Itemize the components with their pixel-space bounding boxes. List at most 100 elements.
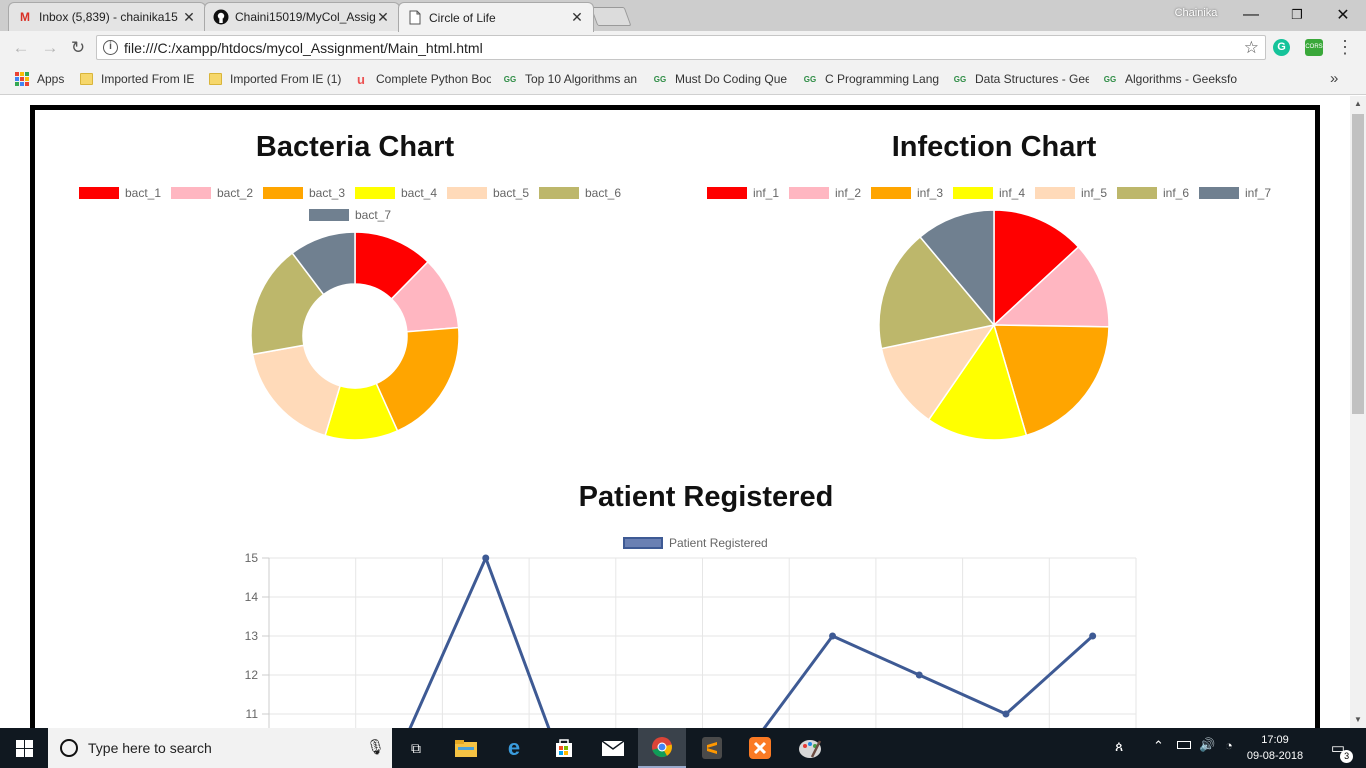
bookmarks-bar: Apps Imported From IE Imported From IE (…	[0, 64, 1366, 95]
patient-data-point[interactable]	[482, 554, 490, 562]
tab-circle-of-life[interactable]: Circle of Life ✕	[398, 2, 594, 32]
show-hidden-icons-chevron[interactable]: ⌃	[1153, 738, 1164, 754]
sublime-text-icon[interactable]	[688, 728, 736, 768]
browser-tab-strip: M Inbox (5,839) - chainika15 ✕ Chaini150…	[0, 0, 1366, 32]
cortana-icon	[60, 739, 78, 757]
new-tab-button[interactable]	[590, 7, 632, 26]
minimize-icon[interactable]: —	[1228, 0, 1274, 30]
geeksforgeeks-icon: GG	[953, 74, 967, 84]
more-bookmarks-icon[interactable]: »	[1330, 70, 1338, 87]
close-tab-icon[interactable]: ✕	[569, 9, 585, 26]
more-menu-icon[interactable]: ⋮	[1336, 36, 1354, 60]
forward-arrow-icon[interactable]: →	[38, 36, 62, 60]
task-view-icon[interactable]: ⧉	[392, 728, 440, 768]
paint-icon[interactable]	[786, 728, 834, 768]
y-tick-label: 12	[245, 668, 259, 682]
tab-gmail[interactable]: M Inbox (5,839) - chainika15 ✕	[8, 2, 206, 31]
bookmark-label: Complete Python Boo	[376, 72, 491, 86]
people-icon[interactable]: ጰ	[1115, 738, 1123, 755]
profile-name[interactable]: Chainika	[1160, 7, 1232, 23]
back-arrow-icon[interactable]: ←	[9, 36, 33, 60]
file-explorer-icon[interactable]	[442, 728, 490, 768]
bookmark-label: Algorithms - Geeksfo	[1125, 72, 1238, 86]
bacteria-doughnut-chart	[250, 231, 460, 441]
scrollbar-thumb[interactable]	[1352, 114, 1364, 414]
reload-icon[interactable]: ↻	[66, 36, 90, 60]
patient-data-point[interactable]	[829, 632, 837, 640]
y-tick-label: 14	[245, 590, 259, 604]
close-tab-icon[interactable]: ✕	[375, 9, 391, 26]
bookmark-c-programming[interactable]: GG C Programming Lang	[802, 70, 939, 88]
windows-start-icon[interactable]	[0, 728, 48, 768]
bookmark-algorithms[interactable]: GG Algorithms - Geeksfo	[1102, 70, 1240, 88]
geeksforgeeks-icon: GG	[1103, 74, 1117, 84]
battery-icon[interactable]	[1177, 741, 1191, 749]
url-text[interactable]: file:///C:/xampp/htdocs/mycol_Assignment…	[124, 40, 483, 56]
patient-series-line	[408, 556, 1094, 728]
patient-data-point[interactable]	[915, 671, 923, 679]
edge-icon[interactable]: e	[490, 728, 538, 768]
chrome-icon[interactable]	[638, 728, 686, 768]
browser-toolbar: ← → ↻ i file:///C:/xampp/htdocs/mycol_As…	[0, 31, 1366, 64]
udemy-icon: u	[357, 71, 365, 87]
clock-time: 17:09	[1261, 734, 1289, 746]
page-icon	[407, 10, 423, 26]
github-icon	[213, 9, 229, 25]
info-icon[interactable]: i	[103, 40, 118, 55]
cors-extension-icon[interactable]: CORS	[1305, 39, 1323, 56]
y-tick-label: 15	[245, 551, 259, 565]
bookmark-label: C Programming Lang	[825, 72, 939, 86]
restore-icon[interactable]: ❐	[1274, 0, 1320, 30]
charts-canvas: 15 14 13 12 11	[245, 209, 1137, 728]
bookmark-top-10-algorithms[interactable]: GG Top 10 Algorithms an	[502, 70, 638, 88]
bookmark-data-structures[interactable]: GG Data Structures - Gee	[952, 70, 1089, 88]
bookmark-complete-python[interactable]: u Complete Python Boo	[353, 70, 491, 88]
bookmark-apps[interactable]: Apps	[14, 70, 64, 88]
notification-icon: ▭ 3	[1331, 739, 1354, 763]
geeksforgeeks-icon: GG	[503, 74, 517, 84]
tab-github[interactable]: Chaini15019/MyCol_Assig ✕	[204, 2, 400, 31]
folder-icon	[78, 71, 94, 87]
notification-count: 3	[1340, 750, 1354, 763]
bookmark-label: Imported From IE	[101, 72, 195, 86]
tab-title: Inbox (5,839) - chainika15	[39, 10, 178, 24]
y-tick-label: 13	[245, 629, 259, 643]
bookmark-label: Apps	[37, 72, 65, 86]
apps-grid-icon	[14, 71, 30, 87]
bookmark-must-do-coding[interactable]: GG Must Do Coding Que	[652, 70, 789, 88]
page-viewport: Bacteria Chart Infection Chart Patient R…	[0, 96, 1350, 728]
action-center-icon[interactable]: ▭ 3	[1318, 728, 1358, 768]
gmail-icon: M	[20, 10, 30, 24]
close-tab-icon[interactable]: ✕	[181, 9, 197, 26]
store-icon[interactable]	[540, 728, 588, 768]
patient-data-point[interactable]	[1089, 632, 1097, 640]
bacteria-slice-bact_5[interactable]	[251, 344, 341, 437]
bookmark-label: Must Do Coding Que	[675, 72, 788, 86]
tab-title: Circle of Life	[429, 10, 496, 25]
bookmark-imported-from-ie[interactable]: Imported From IE	[78, 70, 198, 88]
taskbar-clock[interactable]: 17:09 09-08-2018	[1240, 732, 1310, 764]
microphone-icon[interactable]: 🎙	[366, 738, 385, 756]
close-window-icon[interactable]: ✕	[1320, 0, 1366, 30]
page-scrollbar[interactable]: ▲ ▼	[1350, 96, 1366, 728]
bookmark-imported-from-ie-1[interactable]: Imported From IE (1)	[207, 70, 344, 88]
geeksforgeeks-icon: GG	[803, 74, 817, 84]
scroll-up-icon[interactable]: ▲	[1350, 96, 1366, 112]
wifi-icon[interactable]: ◔	[1225, 738, 1233, 753]
bookmark-label: Imported From IE (1)	[230, 72, 342, 86]
y-tick-label: 11	[246, 707, 259, 721]
xampp-icon[interactable]	[736, 728, 784, 768]
bookmark-star-icon[interactable]: ☆	[1244, 38, 1259, 58]
patient-data-point[interactable]	[1002, 710, 1010, 718]
folder-icon	[207, 71, 223, 87]
windows-taskbar: Type here to search 🎙 ⧉ e ጰ ⌃ 🔊 ◔ 17:09 …	[0, 728, 1366, 768]
mail-icon[interactable]	[589, 728, 637, 768]
clock-date: 09-08-2018	[1246, 750, 1304, 762]
volume-icon[interactable]: 🔊	[1199, 737, 1215, 753]
grammarly-extension-icon[interactable]: G	[1273, 39, 1290, 56]
geeksforgeeks-icon: GG	[653, 74, 667, 84]
scroll-down-icon[interactable]: ▼	[1350, 712, 1366, 728]
bookmark-label: Data Structures - Gee	[975, 72, 1089, 86]
taskbar-search-box[interactable]: Type here to search 🎙	[48, 728, 392, 768]
address-bar[interactable]: i file:///C:/xampp/htdocs/mycol_Assignme…	[96, 35, 1266, 60]
